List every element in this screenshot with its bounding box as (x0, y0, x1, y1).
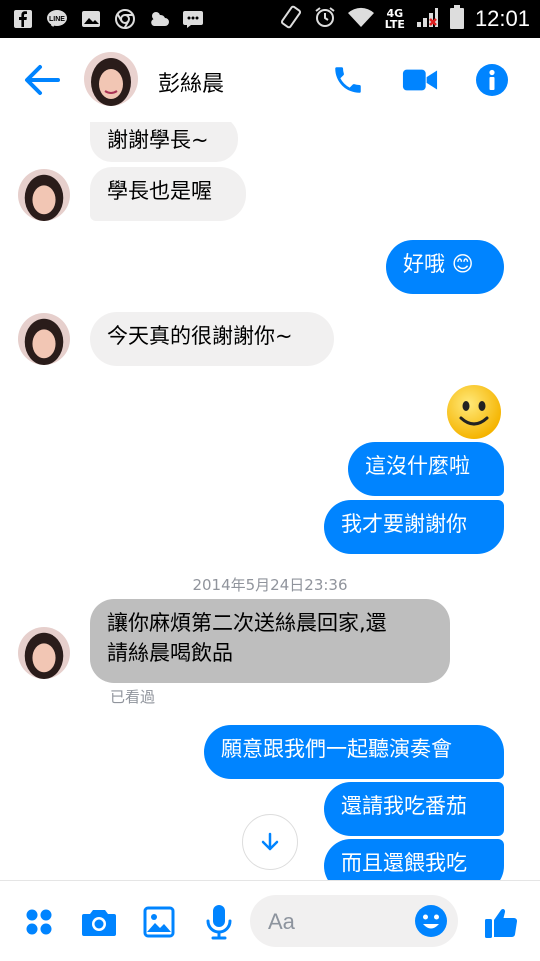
svg-text:LINE: LINE (49, 16, 65, 23)
message-list[interactable]: 謝謝學長~ 學長也是喔 好哦 😊 今天真的很謝謝你~ 這沒什麼啦 我才要謝謝你 … (0, 122, 540, 880)
line-icon: LINE (46, 8, 68, 30)
avatar[interactable] (18, 169, 70, 221)
camera-icon (82, 910, 116, 936)
message-composer (0, 880, 540, 961)
message-incoming[interactable]: 學長也是喔 (90, 167, 246, 221)
arrow-down-icon (261, 832, 279, 851)
message-text-line: 讓你麻煩第二次送絲晨回家,還 (107, 611, 387, 635)
message-timestamp: 2014年5月24日23:36 (192, 576, 348, 594)
emoji-icon (415, 905, 447, 937)
back-button[interactable] (22, 62, 62, 98)
info-button[interactable] (474, 62, 510, 98)
message-text: 今天真的很謝謝你~ (107, 324, 293, 348)
system-icons: 4G LTE 12:01 (279, 4, 530, 34)
message-text-line: 請絲晨喝飲品 (107, 641, 233, 665)
smiling-face-emoji: 😊 (451, 252, 474, 276)
voice-message-button[interactable] (200, 903, 238, 941)
screen-rotate-icon (279, 5, 303, 33)
gallery-icon (80, 8, 102, 30)
chrome-icon (114, 8, 136, 30)
message-text: 學長也是喔 (107, 179, 212, 203)
phone-icon (335, 67, 361, 93)
message-incoming-selected[interactable]: 讓你麻煩第二次送絲晨回家,還 請絲晨喝飲品 (90, 599, 450, 683)
contact-name[interactable]: 彭絲晨 (158, 66, 224, 98)
clock: 12:01 (474, 6, 530, 31)
info-icon (476, 64, 508, 96)
message-text: 好哦 (403, 252, 445, 276)
facebook-icon (12, 8, 34, 30)
message-incoming[interactable]: 謝謝學長~ (90, 122, 238, 162)
conversation-header: 彭絲晨 (0, 38, 540, 122)
thumbs-up-icon (485, 908, 518, 938)
voice-call-button[interactable] (330, 62, 366, 98)
message-input-field[interactable] (250, 895, 458, 947)
message-text: 願意跟我們一起聽演奏會 (221, 737, 452, 761)
weather-icon (148, 8, 170, 30)
message-outgoing[interactable]: 願意跟我們一起聽演奏會 (204, 725, 504, 779)
like-button[interactable] (482, 903, 520, 941)
smiley-face-icon[interactable] (446, 384, 502, 440)
message-text: 而且還餵我吃 (341, 851, 467, 875)
wifi-icon (347, 6, 375, 32)
message-text: 這沒什麼啦 (365, 454, 470, 478)
alarm-icon (313, 5, 337, 33)
message-outgoing[interactable]: 而且還餵我吃 (324, 839, 504, 880)
message-outgoing[interactable]: 好哦 😊 (386, 240, 504, 294)
notification-icons: LINE (12, 8, 204, 30)
gallery-button[interactable] (140, 903, 178, 941)
signal-icon (415, 5, 439, 33)
more-actions-button[interactable] (20, 903, 58, 941)
battery-icon (449, 4, 465, 34)
contact-avatar[interactable] (84, 52, 138, 106)
message-incoming[interactable]: 今天真的很謝謝你~ (90, 312, 334, 366)
microphone-icon (206, 905, 232, 940)
message-input[interactable] (266, 907, 410, 937)
scroll-to-bottom-button[interactable] (242, 814, 298, 870)
arrow-left-icon (25, 65, 60, 95)
message-outgoing[interactable]: 還請我吃番茄 (324, 782, 504, 836)
camera-button[interactable] (80, 903, 118, 941)
emoji-picker-button[interactable] (414, 904, 448, 938)
message-outgoing[interactable]: 這沒什麼啦 (348, 442, 504, 496)
video-camera-icon (402, 69, 438, 91)
status-bar: LINE 4G LTE 12:01 (0, 0, 540, 38)
seen-indicator: 已看過 (110, 688, 156, 706)
message-text: 謝謝學長~ (107, 128, 209, 152)
messenger-icon (182, 8, 204, 30)
network-type-label: 4G LTE (384, 7, 405, 31)
image-icon (143, 906, 175, 938)
avatar[interactable] (18, 313, 70, 365)
message-text: 還請我吃番茄 (341, 794, 467, 818)
message-text: 我才要謝謝你 (341, 512, 467, 536)
video-call-button[interactable] (402, 62, 438, 98)
message-outgoing[interactable]: 我才要謝謝你 (324, 500, 504, 554)
avatar[interactable] (18, 627, 70, 679)
four-dots-icon (26, 909, 52, 935)
